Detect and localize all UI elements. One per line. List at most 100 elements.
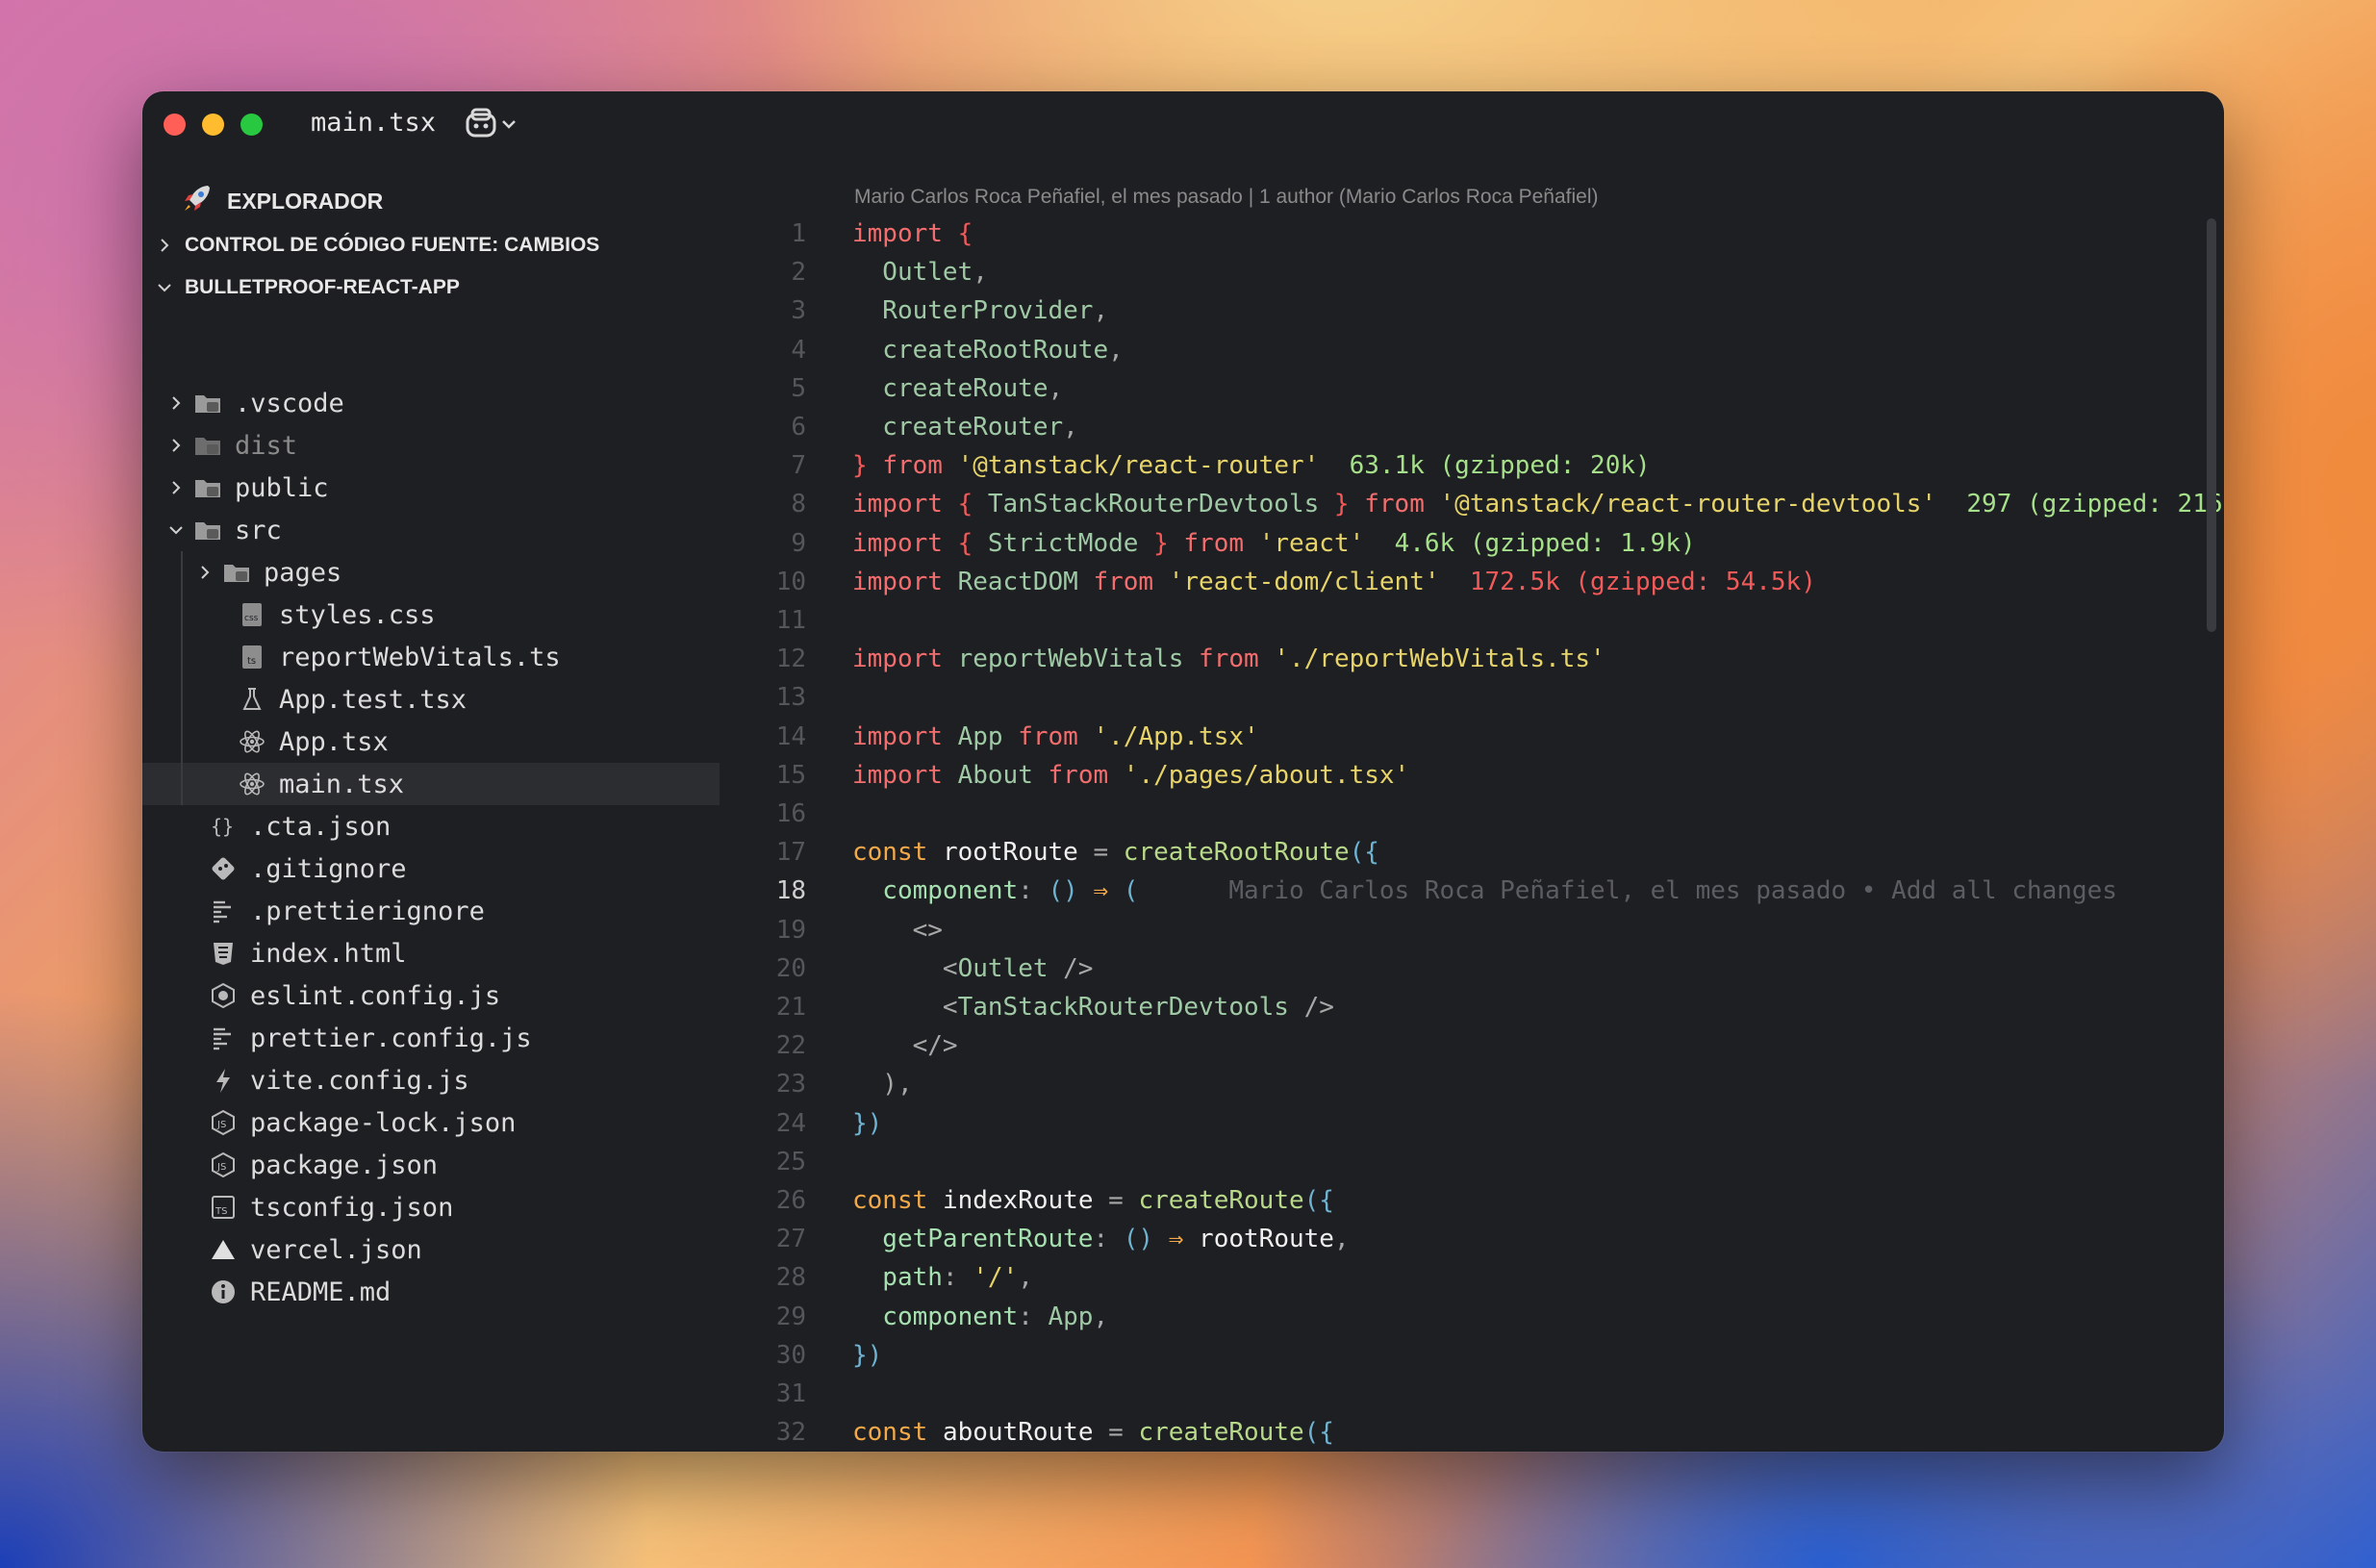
file-tree-item[interactable]: public xyxy=(142,467,720,509)
ts-file-icon: ts xyxy=(237,642,267,672)
file-tree-item[interactable]: prettier.config.js xyxy=(142,1017,720,1059)
close-window-button[interactable] xyxy=(164,114,186,136)
info-icon xyxy=(208,1277,239,1307)
file-tree-item-label: prettier.config.js xyxy=(250,1023,532,1053)
file-tree-item[interactable]: App.test.tsx xyxy=(142,678,720,721)
code-line[interactable]: 30}) xyxy=(720,1336,2224,1375)
code-line[interactable]: 2 Outlet, xyxy=(720,253,2224,291)
code-line[interactable]: 1 import { xyxy=(720,215,2224,253)
file-tree-item[interactable]: .prettierignore xyxy=(142,890,720,932)
line-number: 15 xyxy=(775,760,806,790)
code-line[interactable]: 24}) xyxy=(720,1104,2224,1143)
prettier-icon xyxy=(208,896,239,926)
active-file-title: main.tsx xyxy=(311,108,437,138)
code-token: createRootRoute xyxy=(852,335,1109,365)
editor-window: main.tsx EXPLORADOR CONTROL DE CÓDIGO FU… xyxy=(142,91,2224,1452)
file-tree-item[interactable]: {} .cta.json xyxy=(142,805,720,847)
code-line[interactable]: 5 createRoute, xyxy=(720,369,2224,408)
code-line[interactable]: 26 const indexRoute = createRoute({ xyxy=(720,1181,2224,1220)
code-line[interactable]: 3 RouterProvider, xyxy=(720,291,2224,330)
code-token: ( xyxy=(1123,876,1139,906)
blame-header: Mario Carlos Roca Peñafiel, el mes pasad… xyxy=(854,186,1599,208)
code-line[interactable]: 4 createRootRoute, xyxy=(720,331,2224,369)
code-line[interactable]: 31 xyxy=(720,1375,2224,1413)
file-tree-item[interactable]: TS tsconfig.json xyxy=(142,1186,720,1228)
file-tree-item[interactable]: src xyxy=(142,509,720,551)
file-tree-item[interactable]: dist xyxy=(142,424,720,467)
code-line[interactable]: 9 import { StrictMode } from 'react' 4.6k… xyxy=(720,524,2224,563)
file-tree-item[interactable]: css styles.css xyxy=(142,594,720,636)
code-line[interactable]: 10 import ReactDOM from 'react-dom/client… xyxy=(720,563,2224,601)
code-line[interactable]: 13 xyxy=(720,678,2224,717)
prettier-icon xyxy=(208,1023,239,1053)
file-tree-item[interactable]: main.tsx xyxy=(142,763,720,805)
file-tree-item[interactable]: JS package-lock.json xyxy=(142,1101,720,1144)
code-line[interactable]: 14 import App from './App.tsx' xyxy=(720,718,2224,756)
code-line[interactable]: 11 xyxy=(720,601,2224,640)
file-tree-item[interactable]: ts reportWebVitals.ts xyxy=(142,636,720,678)
code-line[interactable]: 28 path: '/', xyxy=(720,1258,2224,1297)
file-tree-item[interactable]: vercel.json xyxy=(142,1228,720,1271)
code-line[interactable]: 8 import { TanStackRouterDevtools } from … xyxy=(720,485,2224,523)
minimize-window-button[interactable] xyxy=(202,114,224,136)
code-line[interactable]: 19 <> xyxy=(720,911,2224,949)
source-control-section[interactable]: CONTROL DE CÓDIGO FUENTE: CAMBIOS xyxy=(152,226,599,265)
line-number: 8 xyxy=(791,490,806,519)
code-token: }) xyxy=(852,1340,883,1370)
line-number: 9 xyxy=(791,528,806,558)
code-token: rootRoute xyxy=(942,838,1078,868)
line-number: 14 xyxy=(775,721,806,751)
copilot-icon xyxy=(466,108,516,138)
file-tree-item-label: vite.config.js xyxy=(250,1065,469,1096)
code-line[interactable]: 29 component: App, xyxy=(720,1298,2224,1336)
file-tree-item[interactable]: pages xyxy=(142,551,720,594)
code-line[interactable]: 18 component: () ⇒ ( Mario Carlos Roca P… xyxy=(720,872,2224,910)
code-token: , xyxy=(1333,1225,1350,1254)
project-section[interactable]: BULLETPROOF-REACT-APP xyxy=(152,268,460,307)
file-tree-item[interactable]: index.html xyxy=(142,932,720,974)
code-editor[interactable]: Mario Carlos Roca Peñafiel, el mes pasad… xyxy=(720,159,2224,1452)
code-line[interactable]: 17 const rootRoute = createRootRoute({ xyxy=(720,833,2224,872)
json-braces-icon: {} xyxy=(208,811,239,842)
file-tree-item[interactable]: JS package.json xyxy=(142,1144,720,1186)
file-tree-item[interactable]: App.tsx xyxy=(142,721,720,763)
file-tree-item-label: main.tsx xyxy=(279,769,405,799)
file-tree-item[interactable]: eslint.config.js xyxy=(142,974,720,1017)
code-line[interactable]: 12 import reportWebVitals from './reportW… xyxy=(720,640,2224,678)
code-line[interactable]: 7} from '@tanstack/react-router' 63.1k (… xyxy=(720,446,2224,485)
code-line[interactable]: 16 xyxy=(720,795,2224,833)
css-file-icon: css xyxy=(237,599,267,630)
code-line[interactable]: 20 < Outlet /> xyxy=(720,949,2224,988)
code-token: , xyxy=(973,258,988,288)
file-tree-item[interactable]: vite.config.js xyxy=(142,1059,720,1101)
editor-scrollbar[interactable] xyxy=(2207,218,2216,632)
file-tree-item[interactable]: .gitignore xyxy=(142,847,720,890)
code-line[interactable]: 25 xyxy=(720,1143,2224,1181)
svg-text:css: css xyxy=(244,614,259,623)
code-token: import xyxy=(852,528,943,558)
code-token: { xyxy=(957,219,973,248)
code-line[interactable]: 21 < TanStackRouterDevtools /> xyxy=(720,988,2224,1026)
code-line[interactable]: 27 getParentRoute: () ⇒ rootRoute, xyxy=(720,1220,2224,1258)
code-line[interactable]: 32 const aboutRoute = createRoute({ xyxy=(720,1413,2224,1452)
file-tree-item[interactable]: .vscode xyxy=(142,382,720,424)
zoom-window-button[interactable] xyxy=(240,114,263,136)
code-line[interactable]: 23 ), xyxy=(720,1065,2224,1103)
code-token: ⇒ xyxy=(1093,876,1109,906)
code-token: ({ xyxy=(1349,838,1379,868)
copilot-menu-button[interactable] xyxy=(465,107,526,141)
code-line[interactable]: 6 createRouter, xyxy=(720,408,2224,446)
code-line[interactable]: 22 </> xyxy=(720,1026,2224,1065)
file-tree-item[interactable]: README.md xyxy=(142,1271,720,1313)
code-line[interactable]: 15 import About from './pages/about.tsx' xyxy=(720,756,2224,795)
code-token: : xyxy=(1018,1302,1049,1331)
code-token: Outlet xyxy=(852,258,973,288)
code-token: , xyxy=(1093,1302,1109,1331)
